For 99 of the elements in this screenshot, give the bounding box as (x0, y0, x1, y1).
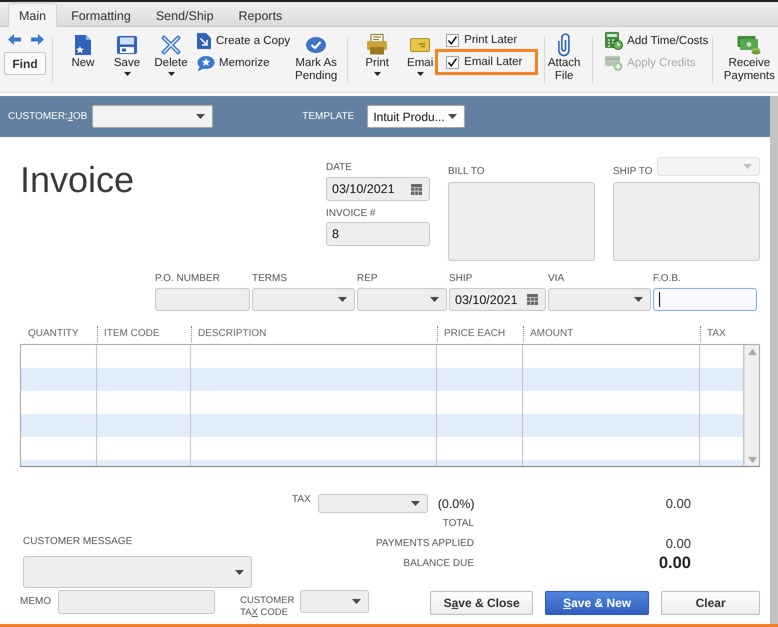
scroll-down-icon[interactable] (748, 457, 756, 463)
caret-icon (338, 297, 347, 302)
column-header: QUANTITY (27, 327, 80, 341)
calendar-icon (527, 294, 538, 305)
column-header: DESCRIPTION (191, 326, 437, 342)
scrollbar[interactable] (744, 345, 759, 466)
save-and-close-button[interactable]: Save & Close (430, 591, 534, 615)
card-plus-icon (605, 55, 624, 71)
checkbox[interactable] (446, 34, 460, 46)
memo-field[interactable] (58, 590, 216, 614)
ship-to-label: SHIP TO (613, 166, 652, 178)
forward-arrow-icon[interactable] (31, 34, 44, 45)
dropdown[interactable] (548, 288, 651, 311)
column-header: AMOUNT (523, 326, 700, 342)
table-row[interactable] (21, 368, 744, 391)
column-header: PRICE EACH (437, 326, 523, 342)
table-row[interactable] (21, 460, 744, 466)
checkmark-circle-icon (306, 36, 326, 52)
envelope-icon (410, 38, 430, 52)
column-header: TAX (700, 326, 760, 342)
payments-applied-label: PAYMENTS APPLIED (376, 538, 474, 550)
balance-due-amount: 0.00 (658, 554, 691, 573)
tab[interactable]: Send/Ship (144, 4, 225, 27)
field-label: TERMS (252, 273, 287, 285)
caret-icon (448, 114, 458, 119)
field-label: VIA (548, 273, 564, 285)
caret-icon (196, 114, 206, 119)
scroll-up-icon[interactable] (748, 349, 756, 355)
document-arrow-icon (196, 32, 212, 50)
bill-to-label: BILL TO (448, 166, 485, 178)
field-label: REP (357, 273, 378, 285)
memo-label: MEMO (20, 596, 52, 608)
field-label: P.O. NUMBER (155, 273, 220, 285)
column-header: ITEM CODE (97, 326, 191, 342)
balance-due-label: BALANCE DUE (403, 558, 474, 570)
date-label: DATE (326, 162, 352, 174)
caret-icon (235, 570, 244, 574)
customer-job-label: CUSTOMER:JOB (8, 111, 88, 122)
tax-dropdown[interactable] (318, 494, 428, 513)
template-label: TEMPLATE (302, 111, 354, 122)
attach-file-button[interactable]: Attach File (545, 27, 584, 83)
input-field[interactable] (653, 288, 757, 311)
caret-icon (634, 297, 643, 302)
invoice-number-field[interactable]: 8 (326, 222, 430, 246)
date-field[interactable]: 03/10/2021 (326, 177, 430, 201)
receive-payments-button[interactable]: Receive Payments (721, 27, 778, 83)
caret-icon (743, 164, 752, 169)
input-field[interactable] (155, 288, 250, 311)
payments-applied-amount: 0.00 (666, 536, 691, 551)
find-button[interactable]: Find (4, 52, 46, 75)
paperclip-icon (558, 32, 570, 56)
checkbox-label[interactable]: Email Later (464, 56, 522, 68)
tax-rate: (0.0%) (438, 496, 475, 510)
memorize-button[interactable]: Memorize (196, 52, 290, 74)
date-field[interactable]: 03/10/2021 (449, 288, 546, 311)
cross-icon (161, 34, 181, 54)
tax-label: TAX (292, 494, 311, 506)
bill-to-field[interactable] (448, 182, 595, 261)
caret-icon (410, 501, 420, 506)
clear-button[interactable]: Clear (661, 591, 760, 615)
caret-icon (352, 599, 362, 604)
ship-to-field[interactable] (613, 182, 760, 261)
printer-icon (366, 34, 388, 55)
field-label: F.O.B. (653, 273, 681, 285)
back-arrow-icon[interactable] (8, 34, 21, 45)
table-row[interactable] (21, 414, 744, 437)
customer-job-dropdown[interactable] (92, 105, 214, 128)
banknotes-icon (737, 34, 762, 54)
tab[interactable]: Reports (228, 4, 294, 27)
checkbox-label[interactable]: Print Later (464, 34, 518, 46)
customer-tax-code-dropdown[interactable] (300, 590, 370, 613)
caret-icon (430, 297, 439, 302)
field-label: SHIP (449, 273, 472, 285)
calculator-clock-icon (605, 32, 624, 50)
save-and-new-button[interactable]: Save & New (545, 591, 650, 615)
template-dropdown[interactable]: Intuit Produ... (367, 105, 466, 128)
invoice-number-label: INVOICE # (326, 208, 376, 220)
checkbox[interactable] (446, 56, 460, 68)
mark-as-pending-button[interactable]: Mark As Pending (294, 27, 338, 83)
total-label: TOTAL (442, 518, 474, 530)
invoice-title: Invoice (20, 160, 134, 200)
tax-amount: 0.00 (666, 496, 691, 511)
dropdown[interactable] (357, 288, 447, 311)
delete-button[interactable]: Delete (149, 27, 193, 76)
tab[interactable]: Formatting (60, 4, 142, 27)
speech-bubble-icon (196, 54, 215, 72)
email-button[interactable]: Emai (405, 27, 436, 76)
add-time-costs-button[interactable]: Add Time/Costs (605, 30, 708, 52)
customer-message-dropdown[interactable] (23, 556, 252, 588)
customer-tax-code-label: CUSTOMER TAX CODE (240, 595, 296, 619)
create-copy-button[interactable]: Create a Copy (196, 30, 290, 52)
tab[interactable]: Main (8, 3, 58, 27)
dropdown[interactable] (252, 288, 355, 311)
new-button[interactable]: New (63, 27, 103, 70)
print-button[interactable]: Print (360, 27, 394, 76)
document-star-icon (74, 34, 92, 56)
customer-message-label: CUSTOMER MESSAGE (23, 536, 132, 548)
save-button[interactable]: Save (107, 27, 147, 76)
calendar-icon (411, 184, 422, 194)
